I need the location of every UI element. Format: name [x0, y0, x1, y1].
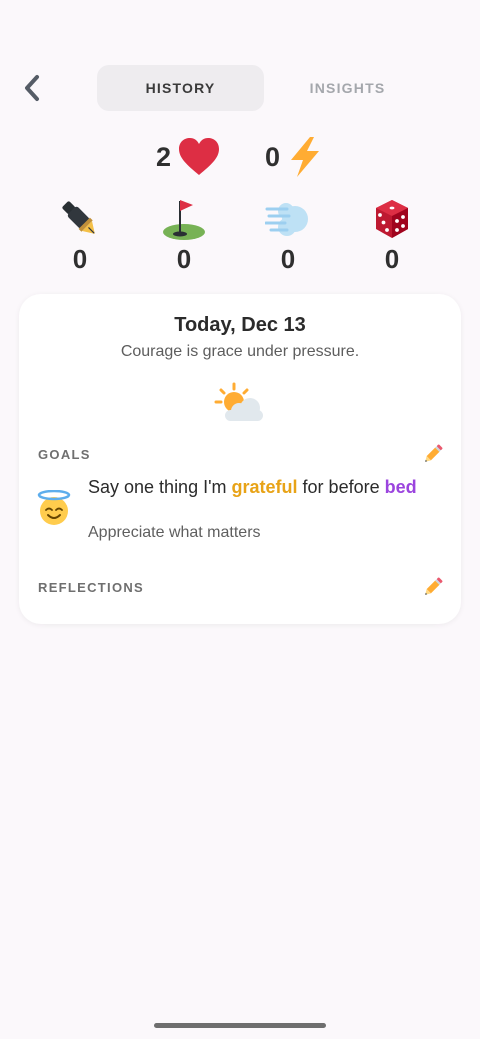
golf-counter: 0 [132, 196, 236, 275]
tab-insights[interactable]: INSIGHTS [264, 65, 431, 111]
golf-count: 0 [176, 244, 192, 274]
edit-reflections-button[interactable] [421, 575, 445, 599]
goal-highlight-grateful: grateful [231, 477, 298, 497]
pencil-icon [425, 444, 443, 462]
daily-quote: Courage is grace under pressure. [120, 343, 360, 360]
dice-counter: 0 [340, 196, 444, 275]
dice-icon [370, 196, 414, 242]
goal-title: Say one thing I'm grateful for before be… [88, 476, 428, 498]
hearts-stat: 2 [156, 136, 221, 178]
pen-icon [58, 196, 102, 242]
bolts-count: 0 [265, 141, 281, 172]
activity-counters: 0 0 0 0 [28, 196, 444, 275]
writing-counter: 0 [28, 196, 132, 275]
goal-subtitle: Appreciate what matters [88, 524, 261, 541]
wind-count: 0 [280, 244, 296, 274]
goal-text-middle: for before [297, 477, 385, 497]
hearts-count: 2 [155, 141, 171, 172]
reflections-label: REFLECTIONS [38, 580, 145, 595]
smiling-face-with-halo-icon [36, 489, 72, 531]
pencil-icon [425, 577, 443, 595]
day-card: Today, Dec 13 Courage is grace under pre… [19, 294, 461, 624]
tab-bar: HISTORY INSIGHTS [97, 65, 431, 111]
goal-highlight-bed: bed [384, 477, 417, 497]
bolts-stat: 0 [265, 136, 324, 178]
golf-flag-icon [162, 196, 206, 242]
writing-count: 0 [72, 244, 88, 274]
history-screen: HISTORY INSIGHTS 2 0 0 0 0 0 Today, Dec … [0, 0, 480, 1039]
chevron-left-icon [25, 75, 39, 101]
heart-icon [177, 137, 221, 177]
sun-behind-cloud-icon [214, 382, 266, 429]
edit-goals-button[interactable] [421, 442, 445, 466]
goal-text-before: Say one thing I'm [88, 477, 232, 497]
home-indicator[interactable] [154, 1023, 326, 1028]
top-stats: 2 0 [0, 136, 480, 178]
dice-count: 0 [384, 244, 400, 274]
goals-label: GOALS [38, 447, 91, 462]
wind-counter: 0 [236, 196, 340, 275]
wind-icon [265, 196, 311, 242]
day-title: Today, Dec 13 [174, 314, 306, 336]
tab-history[interactable]: HISTORY [97, 65, 264, 111]
back-button[interactable] [14, 70, 50, 106]
lightning-icon [286, 136, 324, 178]
